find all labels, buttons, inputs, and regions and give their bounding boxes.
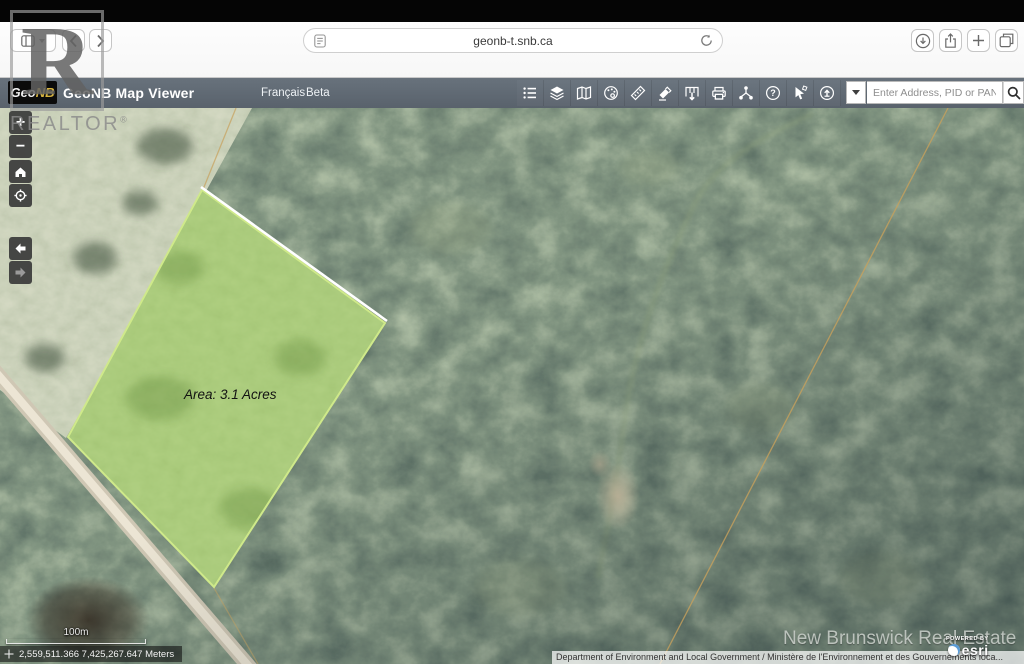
scale-label: 100m xyxy=(6,627,146,638)
locate-icon xyxy=(14,189,27,202)
map-toolbar: ? xyxy=(517,80,841,106)
map-canvas[interactable] xyxy=(0,108,1024,664)
home-extent-button[interactable] xyxy=(9,160,32,183)
coordinates-readout: 2,559,511.366 7,425,267.647 Meters xyxy=(0,646,182,662)
caret-down-icon xyxy=(852,90,860,95)
home-icon xyxy=(14,165,27,178)
measure-icon xyxy=(630,85,646,101)
markup-icon xyxy=(657,85,673,101)
help-icon: ? xyxy=(765,85,781,101)
realtor-watermark: R REALTOR® xyxy=(10,10,127,136)
search-input[interactable] xyxy=(867,81,1003,104)
downloads-button[interactable] xyxy=(911,29,934,52)
search-icon xyxy=(1007,86,1021,100)
new-tab-button[interactable] xyxy=(967,29,990,52)
browser-actions xyxy=(911,29,1018,52)
download-icon xyxy=(915,33,931,49)
url-bar[interactable]: geonb-t.snb.ca xyxy=(303,28,723,53)
markup-tool-button[interactable] xyxy=(652,80,679,106)
screen: geonb-t.snb.ca xyxy=(0,0,1024,664)
select-tool-button[interactable] xyxy=(787,80,814,106)
previous-extent-button[interactable] xyxy=(9,237,32,260)
registered-mark: ® xyxy=(120,114,127,124)
print-icon xyxy=(711,85,727,101)
reload-icon[interactable] xyxy=(700,34,713,47)
crosshair-icon xyxy=(4,649,14,659)
tabs-icon xyxy=(999,33,1014,48)
extract-icon xyxy=(684,85,700,101)
system-menubar xyxy=(0,0,1024,22)
svg-text:?: ? xyxy=(770,88,776,98)
zoom-out-button[interactable]: − xyxy=(9,135,32,158)
layers-tool-button[interactable] xyxy=(544,80,571,106)
basemap-icon xyxy=(576,85,592,101)
legend-tool-button[interactable] xyxy=(517,80,544,106)
parcel-area-label: Area: 3.1 Acres xyxy=(184,387,277,402)
select-icon xyxy=(792,85,808,101)
plus-icon xyxy=(972,34,985,47)
overview-icon xyxy=(819,85,835,101)
realtor-r-letter: R xyxy=(21,15,93,107)
overview-tool-button[interactable] xyxy=(814,80,841,106)
help-tool-button[interactable]: ? xyxy=(760,80,787,106)
url-text: geonb-t.snb.ca xyxy=(304,34,722,48)
basemap-tool-button[interactable] xyxy=(571,80,598,106)
link-beta[interactable]: Beta xyxy=(306,87,330,99)
draw-icon xyxy=(603,85,619,101)
layers-icon xyxy=(549,85,565,101)
legend-icon xyxy=(522,85,538,101)
esri-logo: POWERED BY esri xyxy=(946,636,989,658)
share-map-button[interactable] xyxy=(733,80,760,106)
link-francais[interactable]: Français xyxy=(261,87,305,99)
share-nodes-icon xyxy=(738,85,754,101)
measure-tool-button[interactable] xyxy=(625,80,652,106)
app-header: GeoNB GeoNB Map Viewer Français Beta xyxy=(0,78,1024,108)
esri-globe-icon xyxy=(948,644,960,656)
arrow-left-icon xyxy=(14,242,27,255)
scale-line xyxy=(6,639,146,644)
page-settings-icon[interactable] xyxy=(314,34,326,48)
browser-toolbar: geonb-t.snb.ca xyxy=(0,22,1024,78)
realtor-wordmark: REALTOR® xyxy=(10,113,127,136)
share-icon xyxy=(943,33,958,49)
print-tool-button[interactable] xyxy=(706,80,733,106)
arrow-right-icon xyxy=(14,266,27,279)
next-extent-button[interactable] xyxy=(9,261,32,284)
esri-wordmark: esri xyxy=(962,642,989,658)
share-button[interactable] xyxy=(939,29,962,52)
scale-bar: 100m xyxy=(6,627,146,644)
search-options-button[interactable] xyxy=(846,81,866,104)
realtor-logo-box: R xyxy=(10,10,104,111)
tab-overview-button[interactable] xyxy=(995,29,1018,52)
coordinates-text: 2,559,511.366 7,425,267.647 Meters xyxy=(19,649,174,660)
locate-button[interactable] xyxy=(9,184,32,207)
draw-tool-button[interactable] xyxy=(598,80,625,106)
map-container[interactable] xyxy=(0,108,1024,664)
extract-tool-button[interactable] xyxy=(679,80,706,106)
search-submit-button[interactable] xyxy=(1003,81,1024,104)
